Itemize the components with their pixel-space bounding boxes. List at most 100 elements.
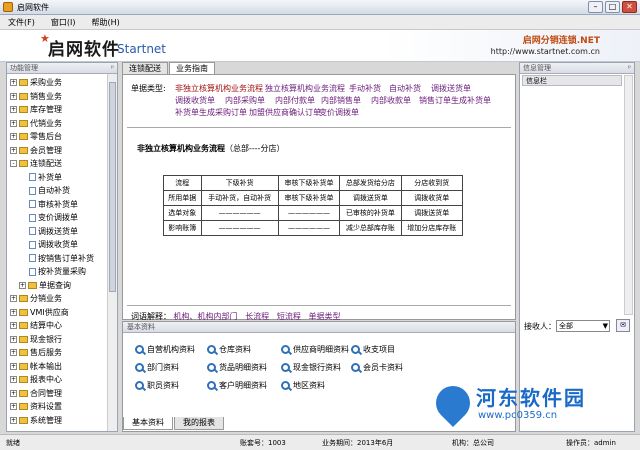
basic-data-item[interactable]: 仓库资料: [207, 344, 251, 355]
basic-data-item[interactable]: 供应商明细资料: [281, 344, 349, 355]
tree-item[interactable]: + 现金银行: [10, 333, 62, 346]
glossary-link[interactable]: 单据类型: [308, 312, 340, 321]
tab-business-guide[interactable]: 业务指南: [169, 62, 215, 74]
tree-item[interactable]: + VMI供应商: [10, 306, 69, 319]
tree-item[interactable]: + 帐本输出: [10, 360, 62, 373]
folder-icon: [19, 322, 28, 329]
expand-icon[interactable]: +: [10, 308, 17, 316]
folder-icon: [19, 146, 28, 154]
expand-icon[interactable]: +: [10, 322, 17, 329]
tree-item[interactable]: 审核补货单: [29, 198, 78, 211]
expand-icon[interactable]: +: [10, 362, 17, 370]
doc-type-link[interactable]: 销售订单生成补货单: [419, 95, 491, 106]
tree-item[interactable]: + 代销业务: [10, 117, 62, 130]
doc-type-link[interactable]: 调拨收货单: [175, 95, 215, 106]
tab-my-reports[interactable]: 我的报表: [174, 417, 224, 430]
doc-type-link[interactable]: 补货单生成采购订单: [175, 107, 247, 118]
tree-item[interactable]: + 销售业务: [10, 90, 62, 103]
tree-scrollbar[interactable]: [107, 74, 117, 431]
collapse-icon[interactable]: -: [10, 160, 17, 167]
basic-data-item[interactable]: 地区资料: [281, 380, 325, 391]
info-scrollbar[interactable]: [624, 75, 633, 315]
tree-item[interactable]: + 单据查询: [19, 279, 71, 292]
expand-icon[interactable]: +: [10, 403, 17, 410]
tree-item-label: 合同管理: [30, 388, 62, 398]
glossary-link[interactable]: 长流程: [245, 312, 269, 321]
tree-item[interactable]: + 分销业务: [10, 292, 62, 305]
doc-type-link[interactable]: 变价调拨单: [319, 107, 359, 118]
expand-icon[interactable]: +: [10, 79, 17, 86]
expand-icon[interactable]: +: [10, 146, 17, 154]
menu-window[interactable]: 窗口(I): [43, 15, 84, 29]
maximize-button[interactable]: □: [605, 1, 620, 13]
tab-basic-data[interactable]: 基本资料: [123, 417, 173, 430]
window-title: 启网软件: [17, 3, 49, 12]
tree-item[interactable]: - 连锁配送: [10, 157, 62, 170]
basic-data-item[interactable]: 货品明细资料: [207, 362, 267, 373]
tree-item[interactable]: + 合同管理: [10, 387, 62, 400]
doc-type-link[interactable]: 内部付款单: [275, 95, 315, 106]
expand-icon[interactable]: +: [10, 295, 17, 302]
basic-data-item[interactable]: 现金银行资料: [281, 362, 341, 373]
tree-item[interactable]: + 售后服务: [10, 346, 62, 359]
doc-type-link[interactable]: 手动补货: [349, 83, 381, 94]
doc-type-link[interactable]: 独立核算机构业务流程: [265, 83, 345, 94]
tree-item[interactable]: 补货单: [29, 171, 62, 184]
tree-item-label: 库存管理: [30, 105, 62, 114]
tree-item[interactable]: + 会员管理: [10, 144, 62, 157]
table-cell: 流程: [163, 175, 202, 191]
basic-data-item[interactable]: 自营机构资料: [135, 344, 195, 355]
pin-icon[interactable]: ᵖ: [628, 63, 631, 74]
tree-item[interactable]: 按补货量采购: [29, 265, 86, 278]
tree-item[interactable]: + 库存管理: [10, 103, 62, 116]
tree-item[interactable]: + 资料设置: [10, 400, 62, 413]
doc-type-link[interactable]: 调拨送货单: [431, 83, 471, 94]
expand-icon[interactable]: +: [10, 119, 17, 127]
folder-icon: [19, 92, 28, 100]
doc-type-link[interactable]: 非独立核算机构业务流程: [175, 83, 263, 94]
expand-icon[interactable]: +: [10, 106, 17, 113]
expand-icon[interactable]: +: [19, 281, 26, 289]
expand-icon[interactable]: +: [10, 92, 17, 100]
tree-item[interactable]: + 采购业务: [10, 76, 62, 89]
tree-item-label: 资料设置: [30, 402, 62, 411]
tree-item[interactable]: 按销售订单补货: [29, 252, 94, 265]
tree-item[interactable]: + 结算中心: [10, 319, 62, 332]
basic-data-item[interactable]: 会员卡资料: [351, 362, 403, 373]
tree-item[interactable]: + 零售后台: [10, 130, 62, 143]
tree-item[interactable]: 调拨送货单: [29, 225, 78, 238]
expand-icon[interactable]: +: [10, 349, 17, 356]
basic-data-item[interactable]: 收支项目: [351, 344, 395, 355]
title-bar: 启网软件 – □ ✕: [0, 0, 640, 15]
menu-file[interactable]: 文件(F): [0, 15, 43, 29]
basic-data-item[interactable]: 客户明细资料: [207, 380, 267, 391]
expand-icon[interactable]: +: [10, 389, 17, 397]
tab-chain-distribution[interactable]: 连锁配送: [122, 62, 168, 74]
expand-icon[interactable]: +: [10, 133, 17, 140]
expand-icon[interactable]: +: [10, 376, 17, 383]
doc-type-link[interactable]: 内部收款单: [371, 95, 411, 106]
minimize-button[interactable]: –: [588, 1, 603, 13]
glossary-link[interactable]: 机构、机构内部门: [174, 312, 238, 321]
doc-type-link[interactable]: 内部销售单: [321, 95, 361, 106]
glossary-link[interactable]: 短流程: [277, 312, 301, 321]
doc-type-link[interactable]: 加盟供应商确认订单: [249, 107, 321, 118]
folder-icon: [19, 349, 28, 356]
expand-icon[interactable]: +: [10, 335, 17, 343]
tree-item[interactable]: 调拨收货单: [29, 238, 78, 251]
expand-icon[interactable]: +: [10, 416, 17, 424]
tree-item[interactable]: + 报表中心: [10, 373, 62, 386]
close-button[interactable]: ✕: [622, 1, 637, 13]
tree-item[interactable]: 变价调拨单: [29, 211, 78, 224]
doc-type-link[interactable]: 内部采购单: [225, 95, 265, 106]
doc-type-link[interactable]: 自动补货: [389, 83, 421, 94]
menu-help[interactable]: 帮助(H): [83, 15, 127, 29]
tree-item[interactable]: + 系统管理: [10, 414, 62, 427]
tree-item[interactable]: 自动补货: [29, 184, 70, 197]
send-button[interactable]: ✉: [616, 319, 630, 332]
basic-data-item[interactable]: 部门资料: [135, 362, 179, 373]
basic-data-item[interactable]: 职员资料: [135, 380, 179, 391]
tree-item-label: 补货单: [38, 172, 62, 182]
receiver-select[interactable]: 全部 ▼: [556, 320, 610, 332]
pin-icon[interactable]: ᵖ: [111, 63, 114, 74]
